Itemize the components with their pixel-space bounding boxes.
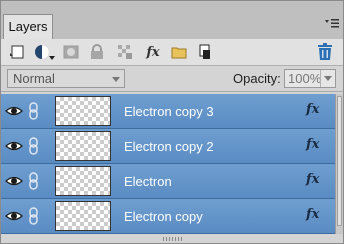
layer-thumbnail bbox=[55, 201, 111, 231]
fx-badge-icon[interactable]: fx bbox=[306, 137, 319, 152]
lock-all-icon[interactable] bbox=[87, 42, 107, 62]
chain-link-icon[interactable] bbox=[27, 172, 41, 190]
chain-link-icon[interactable] bbox=[27, 102, 41, 120]
link-layers-icon[interactable] bbox=[195, 42, 215, 62]
layers-list: Electron copy 3 fx Electron copy 2 fx El… bbox=[1, 94, 335, 234]
visibility-eye-icon[interactable] bbox=[5, 138, 23, 154]
visibility-eye-icon[interactable] bbox=[5, 103, 23, 119]
add-layer-mask-icon[interactable] bbox=[61, 42, 81, 62]
layer-row[interactable]: Electron copy fx bbox=[1, 199, 335, 234]
layer-row[interactable]: Electron copy 3 fx bbox=[1, 94, 335, 129]
layer-thumbnail bbox=[55, 96, 111, 126]
layer-row[interactable]: Electron copy 2 fx bbox=[1, 129, 335, 164]
lock-transparency-icon[interactable] bbox=[115, 42, 135, 62]
chain-link-icon[interactable] bbox=[27, 207, 41, 225]
new-fill-adjustment-layer-icon[interactable] bbox=[33, 42, 57, 62]
chevron-down-icon bbox=[112, 77, 120, 82]
layer-name: Electron copy 3 bbox=[124, 104, 214, 119]
layer-name: Electron copy bbox=[124, 209, 203, 224]
panel-tab-bar: Layers bbox=[1, 1, 343, 40]
fx-badge-icon[interactable]: fx bbox=[306, 172, 319, 187]
blend-mode-value: Normal bbox=[13, 71, 55, 86]
panel-menu-icon[interactable] bbox=[325, 18, 339, 28]
opacity-dropdown-icon[interactable] bbox=[320, 70, 335, 87]
new-layer-icon[interactable] bbox=[7, 42, 27, 62]
fx-effects-icon[interactable]: fx bbox=[143, 42, 163, 62]
resize-grip-icon[interactable] bbox=[163, 237, 183, 241]
fx-effects-label: fx bbox=[146, 44, 160, 60]
opacity-field[interactable]: 100% bbox=[284, 69, 336, 88]
tab-layers[interactable]: Layers bbox=[3, 14, 53, 39]
opacity-label: Opacity: bbox=[233, 71, 281, 86]
fx-badge-icon[interactable]: fx bbox=[306, 102, 319, 117]
layer-name: Electron copy 2 bbox=[124, 139, 214, 154]
delete-layer-icon[interactable] bbox=[315, 42, 335, 62]
layers-panel: Layers fx Normal Opacity: 100% Electron … bbox=[0, 0, 344, 244]
chain-link-icon[interactable] bbox=[27, 137, 41, 155]
layer-name: Electron bbox=[124, 174, 172, 189]
scrollbar-thumb[interactable] bbox=[337, 96, 342, 226]
layer-options-bar: Normal Opacity: 100% bbox=[1, 66, 343, 92]
opacity-value: 100% bbox=[288, 71, 322, 86]
visibility-eye-icon[interactable] bbox=[5, 208, 23, 224]
layer-thumbnail bbox=[55, 131, 111, 161]
layers-scrollbar[interactable] bbox=[335, 94, 343, 234]
layer-row[interactable]: Electron fx bbox=[1, 164, 335, 199]
fx-badge-icon[interactable]: fx bbox=[306, 207, 319, 222]
new-group-folder-icon[interactable] bbox=[169, 42, 189, 62]
blend-mode-select[interactable]: Normal bbox=[7, 69, 125, 88]
layer-thumbnail bbox=[55, 166, 111, 196]
visibility-eye-icon[interactable] bbox=[5, 173, 23, 189]
layers-toolbar: fx bbox=[1, 39, 343, 66]
